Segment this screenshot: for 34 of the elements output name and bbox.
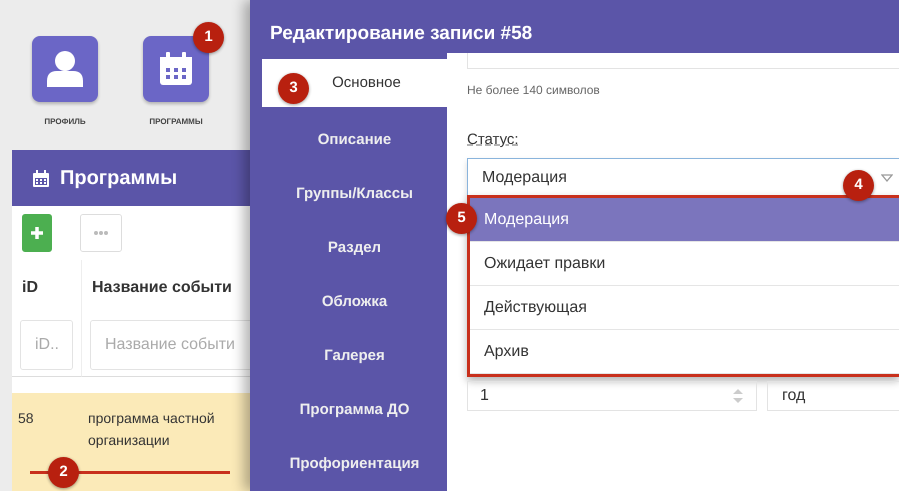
number-field[interactable]: 1 (467, 380, 757, 410)
app-label: ПРОФИЛЬ (44, 116, 86, 128)
spinner-icon (732, 388, 744, 404)
filter-field[interactable]: Название событи (90, 320, 250, 370)
modal-title: Редактирование записи #58 (250, 0, 899, 53)
dropdown-option[interactable]: Архив (470, 330, 899, 374)
tab[interactable]: Описание (262, 113, 447, 167)
unit-select[interactable]: год (767, 380, 899, 410)
caret-icon (881, 174, 893, 182)
calendar-icon (32, 169, 50, 187)
tab[interactable]: Группы/Классы (262, 167, 447, 221)
tab[interactable]: Раздел (262, 221, 447, 275)
profile-tile[interactable] (32, 36, 98, 102)
field-label: Статус: (467, 130, 519, 150)
tab[interactable]: Обложка (262, 275, 447, 329)
tab[interactable]: Галерея (262, 329, 447, 383)
column-header: iD (12, 260, 82, 316)
panel-title: Программы (60, 166, 178, 191)
hint-text: Не более 140 символов (467, 82, 601, 99)
add-button[interactable] (22, 214, 52, 252)
dropdown-option[interactable]: Ожидает правки (470, 242, 899, 286)
tab[interactable]: Программа ДО (262, 383, 447, 437)
tab[interactable]: Профориентация (262, 437, 447, 491)
user-icon (45, 49, 85, 89)
step-marker: 1 (193, 22, 224, 53)
dropdown-option[interactable]: Действующая (470, 286, 899, 330)
text-field[interactable] (467, 53, 899, 69)
more-button[interactable] (80, 214, 122, 252)
table-cell: 58 (18, 410, 34, 426)
dropdown-option[interactable]: Модерация (470, 198, 899, 242)
ellipsis-icon (94, 230, 108, 236)
filter-field[interactable]: iD.. (20, 320, 73, 370)
app-label: ПРОГРАММЫ (149, 116, 203, 128)
plus-icon (30, 226, 44, 240)
